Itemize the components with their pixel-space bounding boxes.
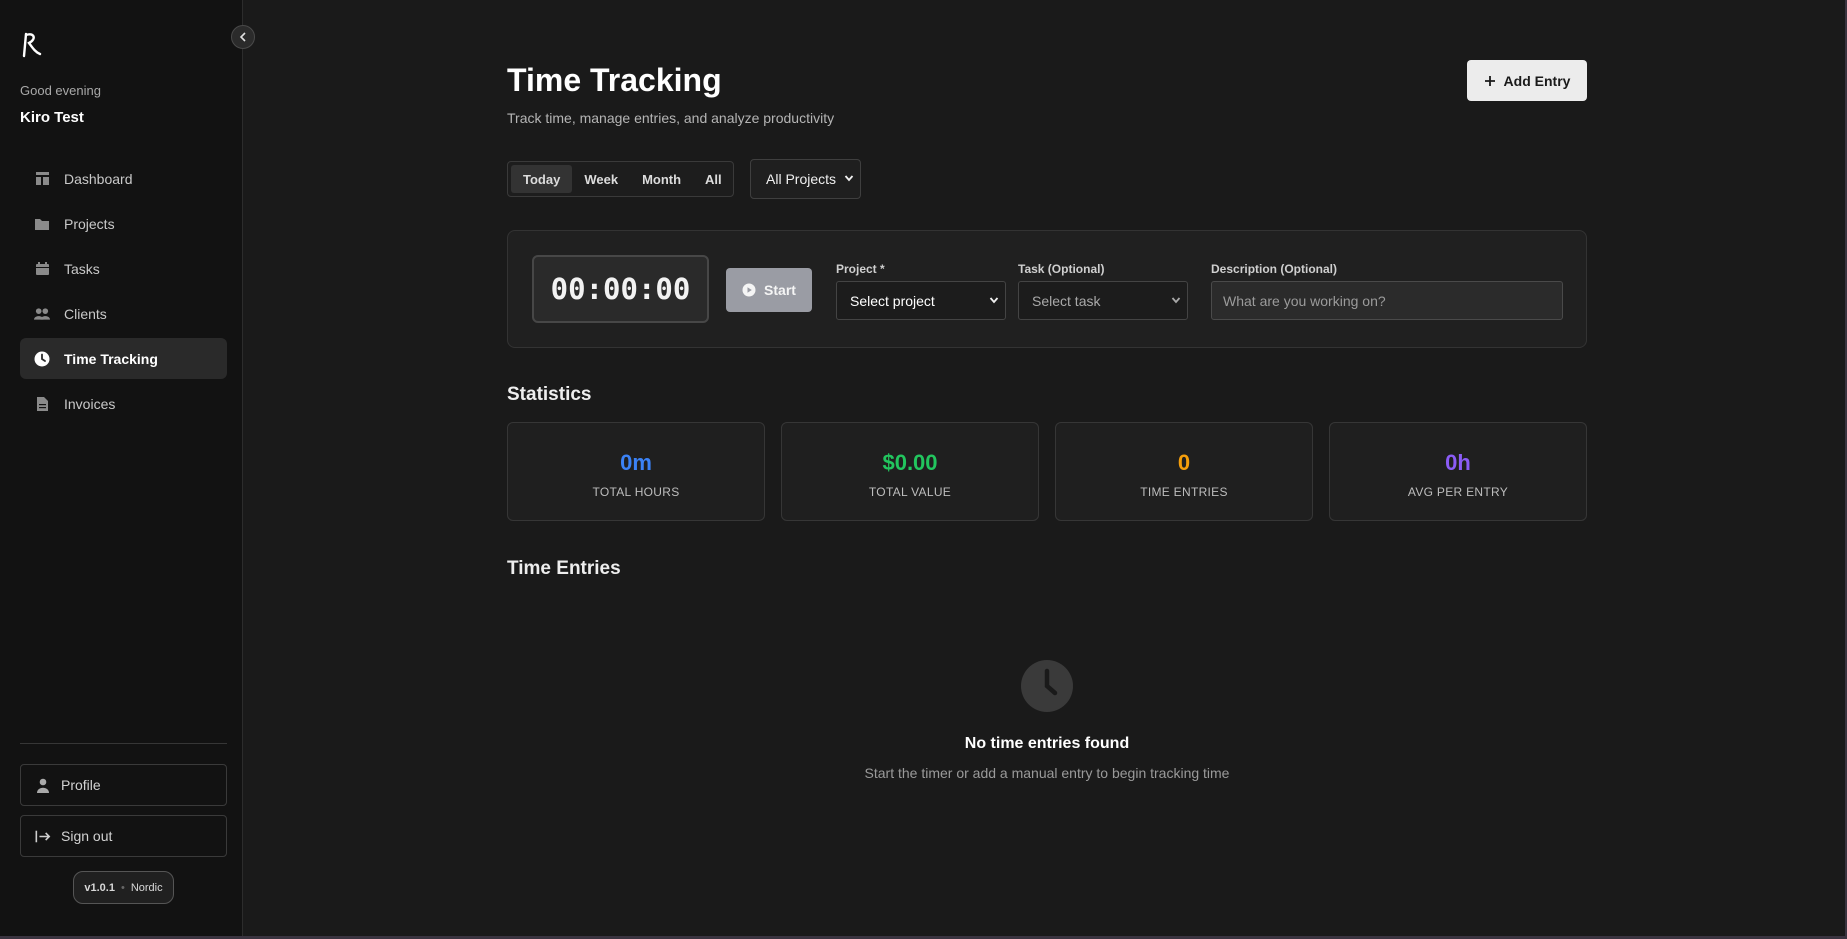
- sidebar: Good evening Kiro Test Dashboard Project…: [0, 0, 243, 936]
- play-icon: [742, 283, 756, 297]
- project-filter-value: All Projects: [766, 171, 837, 187]
- range-month-button[interactable]: Month: [630, 165, 693, 193]
- empty-state-title: No time entries found: [964, 735, 1130, 752]
- sidebar-nav: Dashboard Projects Tasks Clients Time Tr…: [20, 158, 227, 428]
- folder-icon: [34, 216, 50, 232]
- date-range-selector: Today Week Month All: [507, 161, 734, 197]
- range-today-button[interactable]: Today: [511, 165, 573, 193]
- sidebar-item-projects[interactable]: Projects: [20, 203, 227, 244]
- description-input[interactable]: [1211, 281, 1563, 320]
- sidebar-item-label: Dashboard: [64, 170, 133, 187]
- sidebar-item-time-tracking[interactable]: Time Tracking: [20, 338, 227, 379]
- sidebar-item-label: Clients: [64, 305, 107, 322]
- project-field-label: Project *: [836, 262, 885, 276]
- calendar-icon: [34, 261, 50, 277]
- project-select-value: Select project: [850, 292, 935, 309]
- sidebar-item-label: Tasks: [64, 260, 100, 277]
- task-select-value: Select task: [1032, 292, 1101, 309]
- project-filter-select[interactable]: All Projects: [750, 159, 861, 199]
- user-name: Kiro Test: [20, 109, 84, 126]
- statistics-heading: Statistics: [507, 384, 592, 405]
- chevron-down-icon: [1171, 297, 1181, 304]
- time-entries-heading: Time Entries: [507, 558, 621, 579]
- stat-value: $0.00: [882, 450, 938, 475]
- sidebar-divider: [20, 743, 227, 744]
- sidebar-collapse-button[interactable]: [231, 25, 255, 49]
- clock-icon: [1021, 660, 1073, 712]
- stat-card-avg-per-entry: 0h AVG PER ENTRY: [1329, 422, 1587, 521]
- profile-label: Profile: [61, 777, 101, 793]
- stat-value: 0: [1177, 450, 1191, 475]
- sidebar-item-tasks[interactable]: Tasks: [20, 248, 227, 289]
- timer-display: 00:00:00: [532, 255, 709, 323]
- clock-icon: [34, 351, 50, 367]
- sidebar-item-invoices[interactable]: Invoices: [20, 383, 227, 424]
- description-field-label: Description (Optional): [1211, 262, 1337, 276]
- chevron-down-icon: [989, 297, 999, 304]
- greeting-text: Good evening: [20, 83, 101, 98]
- version-badge: v1.0.1 • Nordic: [73, 871, 174, 904]
- start-label: Start: [764, 282, 796, 298]
- stat-label: AVG PER ENTRY: [1407, 485, 1509, 499]
- document-icon: [34, 396, 50, 412]
- users-icon: [34, 306, 50, 322]
- task-field-label: Task (Optional): [1018, 262, 1105, 276]
- version-number: v1.0.1: [84, 881, 115, 894]
- signout-button[interactable]: Sign out: [20, 815, 227, 857]
- project-select[interactable]: Select project: [836, 281, 1006, 320]
- stat-card-total-hours: 0m TOTAL HOURS: [507, 422, 765, 521]
- sidebar-item-label: Time Tracking: [64, 350, 158, 367]
- stat-card-time-entries: 0 TIME ENTRIES: [1055, 422, 1313, 521]
- separator-dot: •: [120, 881, 125, 894]
- stat-value: 0m: [620, 450, 652, 475]
- dashboard-icon: [34, 171, 50, 187]
- sidebar-item-label: Projects: [64, 215, 115, 232]
- start-timer-button[interactable]: Start: [726, 268, 812, 312]
- sidebar-item-label: Invoices: [64, 395, 116, 412]
- theme-name: Nordic: [130, 881, 163, 894]
- empty-state: No time entries found Start the timer or…: [507, 660, 1587, 781]
- add-entry-label: Add Entry: [1503, 72, 1571, 89]
- range-week-button[interactable]: Week: [572, 165, 630, 193]
- stat-value: 0h: [1445, 450, 1471, 475]
- user-icon: [35, 777, 51, 793]
- app-logo: [22, 32, 42, 58]
- task-select[interactable]: Select task: [1018, 281, 1188, 320]
- stat-label: TOTAL HOURS: [592, 485, 680, 499]
- sidebar-item-dashboard[interactable]: Dashboard: [20, 158, 227, 199]
- add-entry-button[interactable]: Add Entry: [1467, 60, 1587, 101]
- range-all-button[interactable]: All: [693, 165, 734, 193]
- profile-button[interactable]: Profile: [20, 764, 227, 806]
- chevron-left-icon: [239, 32, 246, 42]
- chevron-down-icon: [844, 175, 854, 182]
- timer-card: 00:00:00 Start Project * Select project …: [507, 230, 1587, 348]
- sign-out-icon: [35, 828, 51, 844]
- sidebar-item-clients[interactable]: Clients: [20, 293, 227, 334]
- stat-label: TOTAL VALUE: [868, 485, 952, 499]
- stat-card-total-value: $0.00 TOTAL VALUE: [781, 422, 1039, 521]
- page-title: Time Tracking: [507, 62, 722, 98]
- plus-icon: [1484, 75, 1495, 86]
- signout-label: Sign out: [61, 828, 113, 844]
- stat-label: TIME ENTRIES: [1140, 485, 1228, 499]
- page-subtitle: Track time, manage entries, and analyze …: [507, 110, 835, 126]
- empty-state-subtitle: Start the timer or add a manual entry to…: [864, 765, 1230, 781]
